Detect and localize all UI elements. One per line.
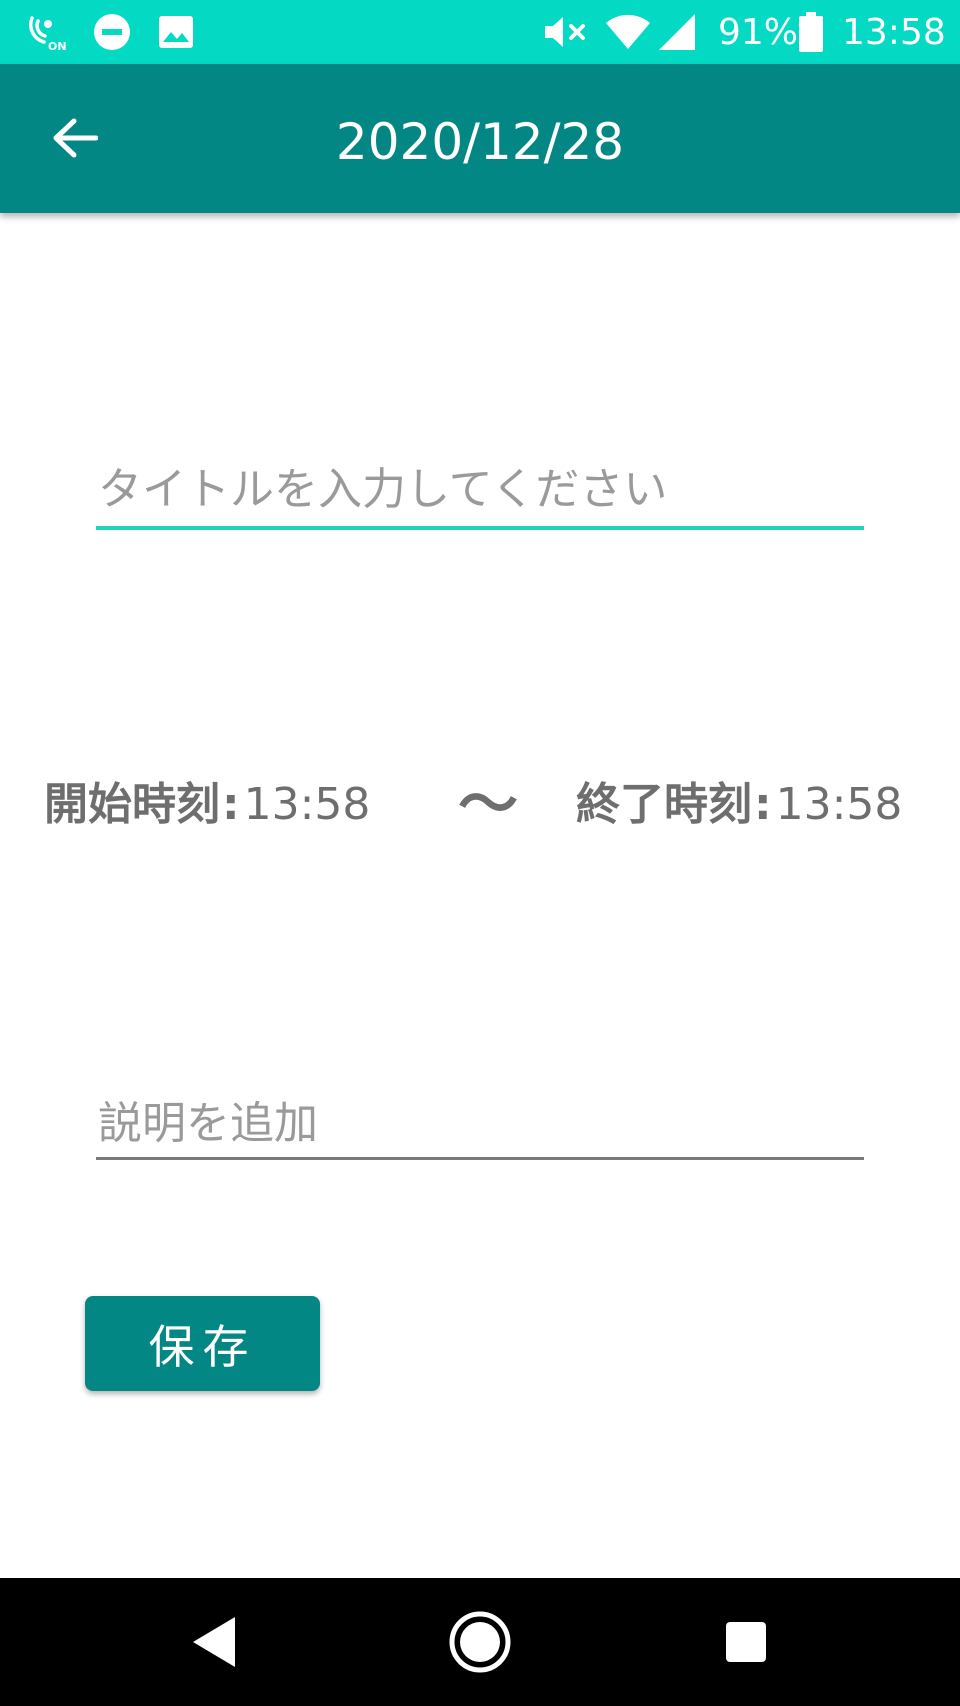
battery-percent: 91% (718, 12, 799, 53)
save-button[interactable]: 保存 (85, 1296, 320, 1391)
arrow-left-icon (52, 117, 99, 163)
status-time: 13:58 (842, 12, 946, 53)
end-time-label: 終了時刻 (576, 779, 752, 830)
recents-square-icon[interactable] (706, 1602, 786, 1682)
end-time-separator: : (754, 779, 772, 830)
start-time-picker[interactable]: 開始時刻:13:58 (44, 770, 370, 840)
end-time-picker[interactable]: 終了時刻:13:58 (576, 770, 902, 840)
home-circle-icon[interactable] (440, 1602, 520, 1682)
navigation-bar (0, 1578, 960, 1706)
description-field (96, 1090, 864, 1160)
wifi-icon (604, 12, 652, 52)
time-range-tilde: 〜 (458, 770, 518, 840)
svg-text:ON: ON (48, 40, 67, 52)
app-bar: 2020/12/28 (0, 64, 960, 213)
cell-signal-icon (656, 12, 698, 52)
image-notification-icon (156, 12, 196, 52)
start-time-value: 13:58 (243, 779, 371, 830)
do-not-disturb-icon (92, 12, 132, 52)
battery-icon (798, 12, 824, 52)
screen: ON 91% 13:58 2020/12/28 タイトルを入力してください 開始… (0, 0, 960, 1706)
title-input[interactable] (96, 452, 864, 526)
start-time-label: 開始時刻 (44, 779, 220, 830)
title-field (96, 452, 864, 530)
end-time-value: 13:58 (775, 779, 903, 830)
status-bar: ON 91% 13:58 (0, 0, 960, 64)
volte-on-icon: ON (26, 12, 70, 52)
start-time-separator: : (222, 779, 240, 830)
back-button[interactable] (40, 105, 110, 175)
mute-icon (540, 12, 590, 52)
page-title: 2020/12/28 (335, 113, 625, 171)
time-row: 開始時刻:13:58 〜 終了時刻:13:58 (0, 770, 960, 840)
back-triangle-icon[interactable] (174, 1602, 254, 1682)
description-input[interactable] (96, 1090, 864, 1157)
